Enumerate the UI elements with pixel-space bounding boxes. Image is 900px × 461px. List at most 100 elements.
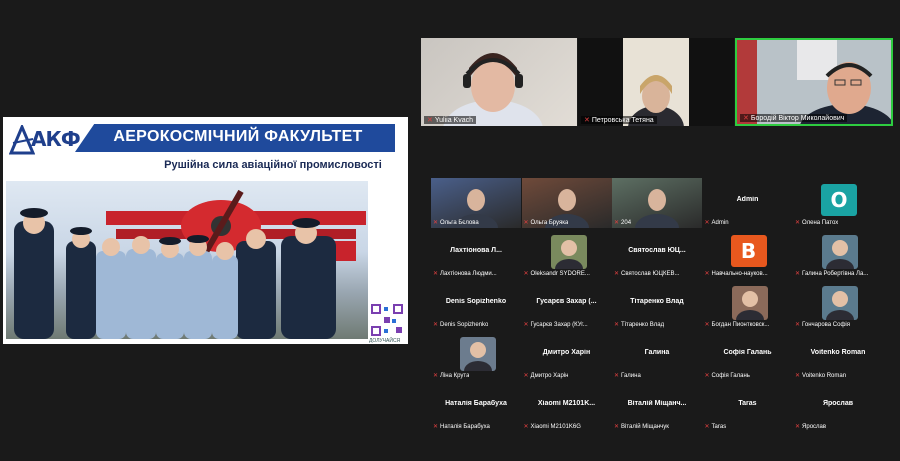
muted-mic-icon: ✕: [614, 322, 620, 328]
participants-gallery: ✕ Ольга Бєлова ✕ Ольга Бруяка ✕ 204 Admin ✕ Admi…: [431, 178, 883, 432]
participant-name: ✕ Петровська Тетяна: [581, 116, 657, 124]
participant-display-name: Віталій Міщанч...: [627, 400, 687, 407]
participant-name: ✕ Ліна Крута: [433, 373, 470, 379]
muted-mic-icon: ✕: [614, 220, 620, 226]
participant-tile[interactable]: B ✕ Навчально-науков...: [702, 229, 793, 279]
muted-mic-icon: ✕: [523, 220, 529, 226]
slide-subtitle: Рушійна сила авіаційної промисловості: [164, 159, 382, 171]
participant-display-name: Дмитро Харін: [542, 349, 591, 356]
participant-name: ✕ Навчально-науков...: [704, 271, 768, 277]
participant-tile[interactable]: ✕ Ольга Бруяка: [521, 178, 612, 242]
participant-avatar: [822, 286, 858, 330]
video-tile-borodiy-active-speaker[interactable]: ✕ Бородій Віктор Миколайович: [735, 38, 893, 126]
participant-name: ✕ Тітаренко Влад: [614, 322, 665, 328]
participant-name: ✕ Олена Патох: [795, 220, 839, 226]
faculty-logo: АКФ: [9, 123, 81, 159]
video-tile-yuliia[interactable]: ✕ Yuliia Kvach: [421, 38, 577, 126]
participant-tile[interactable]: Xiaomi M2101K... ✕ Xiaomi M2101K6G: [521, 382, 612, 432]
logo-text: АКФ: [31, 127, 81, 151]
participant-name: ✕ Софія Галань: [704, 373, 750, 379]
participant-tile[interactable]: Taras ✕ Taras: [702, 382, 793, 432]
participant-tile[interactable]: Тітаренко Влад ✕ Тітаренко Влад: [612, 280, 702, 330]
participant-display-name: Admin: [736, 196, 759, 203]
muted-mic-icon: ✕: [704, 373, 710, 379]
muted-mic-icon: ✕: [795, 424, 801, 430]
participant-name: ✕ Галина: [614, 373, 641, 379]
participant-tile[interactable]: Дмитро Харін ✕ Дмитро Харін: [521, 331, 612, 381]
muted-mic-icon: ✕: [433, 373, 439, 379]
participant-tile[interactable]: ✕ Галина Робертівна Ла...: [793, 229, 883, 279]
participant-tile[interactable]: ✕ Ольга Бєлова: [431, 178, 521, 242]
participant-name: ✕ Ярослав: [795, 424, 827, 430]
participant-display-name: Taras: [738, 400, 757, 407]
muted-mic-icon: ✕: [523, 322, 529, 328]
participant-name: ✕ Святослав ЮЦКЕВ...: [614, 271, 680, 277]
participant-display-name: Софія Галань: [723, 349, 772, 356]
participant-name: ✕ Admin: [704, 220, 729, 226]
muted-mic-icon: ✕: [704, 322, 710, 328]
participant-tile[interactable]: ✕ Oleksandr SYDORE...: [521, 229, 612, 279]
participant-name: ✕ Oleksandr SYDORE...: [523, 271, 590, 277]
participant-tile[interactable]: Denis Sopizhenko ✕ Denis Sopizhenko: [431, 280, 521, 330]
participant-name: ✕ Ольга Бруяка: [523, 220, 569, 226]
muted-mic-icon: ✕: [704, 220, 710, 226]
participant-name: ✕ Voitenko Roman: [795, 373, 847, 379]
participant-avatar: [731, 286, 768, 330]
muted-mic-icon: ✕: [433, 271, 439, 277]
participant-name: ✕ Ольга Бєлова: [433, 220, 479, 226]
participant-name: ✕ Denis Sopizhenko: [433, 322, 489, 328]
muted-mic-icon: ✕: [704, 271, 710, 277]
participant-video: [623, 38, 689, 126]
participant-tile[interactable]: Voitenko Roman ✕ Voitenko Roman: [793, 331, 883, 381]
participant-tile[interactable]: Гусарєв Захар (... ✕ Гусарєв Захар (КУг...: [521, 280, 612, 330]
participant-name: ✕ Лахтіонова Людми...: [433, 271, 497, 277]
participant-video: [443, 53, 543, 126]
participant-tile[interactable]: Софія Галань ✕ Софія Галань: [702, 331, 793, 381]
participant-name: ✕ Xiaomi M2101K6G: [523, 424, 581, 430]
participant-avatar: [822, 235, 858, 279]
muted-mic-icon: ✕: [433, 220, 439, 226]
participant-tile[interactable]: ✕ Богдан Пионтковск...: [702, 280, 793, 330]
muted-mic-icon: ✕: [523, 271, 529, 277]
participant-tile[interactable]: Галина ✕ Галина: [612, 331, 702, 381]
participant-tile[interactable]: Лахтіонова Л... ✕ Лахтіонова Людми...: [431, 229, 521, 279]
participant-name: ✕ Yuliia Kvach: [424, 116, 477, 124]
group-photo: [6, 181, 368, 339]
participant-tile[interactable]: Віталій Міщанч... ✕ Віталій Міщанчук: [612, 382, 702, 432]
participant-letter-avatar: O: [821, 184, 857, 216]
participant-name: ✕ Віталій Міщанчук: [614, 424, 669, 430]
participant-tile[interactable]: ✕ 204: [612, 178, 702, 242]
participant-tile[interactable]: ✕ Гончарова Софія: [793, 280, 883, 330]
slide-title: АЕРОКОСМІЧНИЙ ФАКУЛЬТЕТ: [113, 128, 363, 145]
participant-display-name: Святослав ЮЦ...: [628, 247, 686, 254]
participant-letter-avatar: B: [730, 235, 767, 267]
participant-tile[interactable]: Ярослав ✕ Ярослав: [793, 382, 883, 432]
participant-name: ✕ Наталія Барабуха: [433, 424, 490, 430]
participant-display-name: Галина: [644, 349, 670, 356]
muted-mic-icon: ✕: [614, 373, 620, 379]
muted-mic-icon: ✕: [523, 373, 529, 379]
participant-name: ✕ Богдан Пионтковск...: [704, 322, 770, 328]
muted-mic-icon: ✕: [433, 322, 439, 328]
participant-display-name: Тітаренко Влад: [630, 298, 684, 305]
participant-display-name: Ярослав: [822, 400, 854, 407]
participant-tile[interactable]: ✕ Ліна Крута: [431, 331, 521, 381]
participant-name: ✕ Гусарєв Захар (КУг...: [523, 322, 588, 328]
video-tile-petrovska[interactable]: ✕ Петровська Тетяна: [578, 38, 734, 126]
participant-name: ✕ Taras: [704, 424, 727, 430]
participant-display-name: Denis Sopizhenko: [445, 298, 507, 305]
muted-mic-icon: ✕: [795, 220, 801, 226]
muted-mic-icon: ✕: [433, 424, 439, 430]
participant-tile[interactable]: O ✕ Олена Патох: [793, 178, 883, 228]
participant-tile[interactable]: Наталія Барабуха ✕ Наталія Барабуха: [431, 382, 521, 432]
participant-display-name: Лахтіонова Л...: [450, 247, 502, 254]
shared-slide: АКФ АЕРОКОСМІЧНИЙ ФАКУЛЬТЕТ Рушійна сила…: [3, 117, 408, 344]
muted-mic-icon: ✕: [704, 424, 710, 430]
participant-name: ✕ Гончарова Софія: [795, 322, 850, 328]
participant-tile[interactable]: Admin ✕ Admin: [702, 178, 793, 228]
participant-name: ✕ Бородій Віктор Миколайович: [740, 114, 848, 122]
muted-mic-icon: ✕: [795, 271, 801, 277]
participant-avatar: [460, 337, 496, 381]
participant-tile[interactable]: Святослав ЮЦ... ✕ Святослав ЮЦКЕВ...: [612, 229, 702, 279]
participant-name: ✕ 204: [614, 220, 632, 226]
